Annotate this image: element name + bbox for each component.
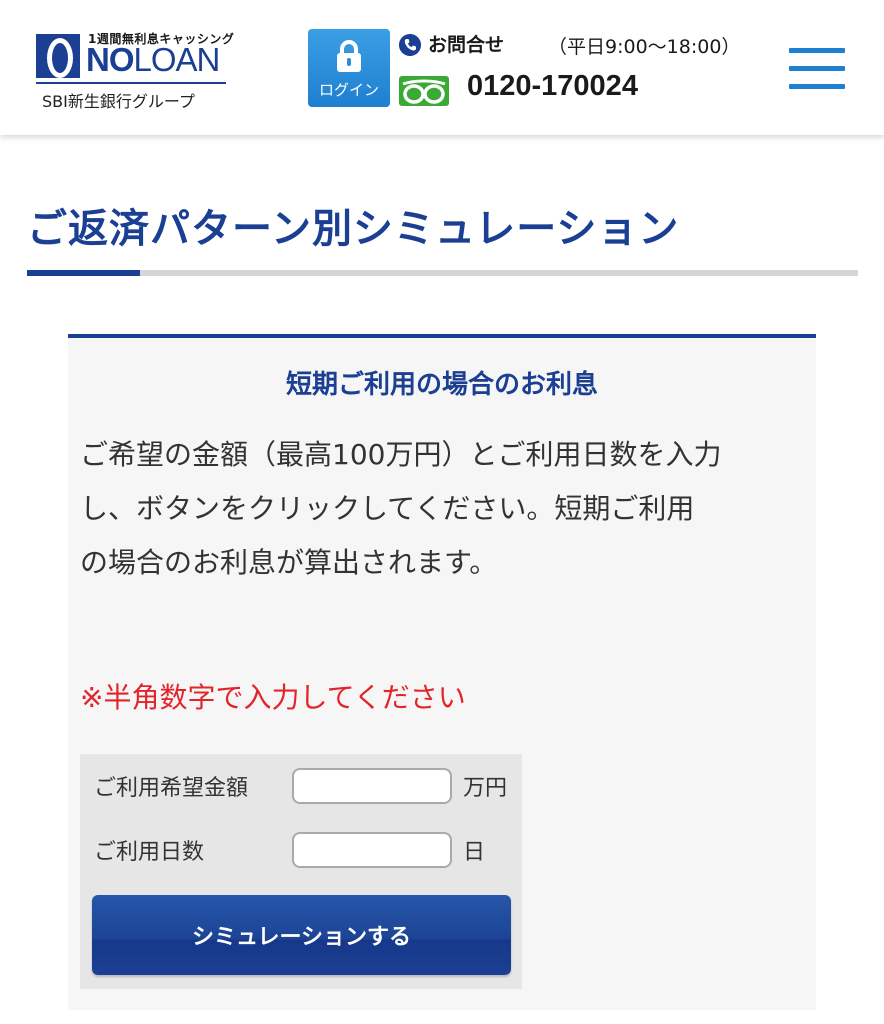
title-divider [27,270,858,276]
simulate-button[interactable]: シミュレーションする [92,895,511,975]
title-divider-accent [27,270,140,276]
logo-underline [36,82,226,84]
hamburger-menu-icon[interactable] [789,48,845,90]
panel-heading: 短期ご利用の場合のお利息 [285,370,598,400]
site-header: 1週間無利息キャッシング NOLOAN SBI新生銀行グループ ログイン お問合… [0,0,884,135]
logo-mark-icon [36,34,80,78]
login-button[interactable]: ログイン [308,29,390,107]
phone-number-link[interactable]: 0120-170024 [467,70,638,103]
logo-group-name: SBI新生銀行グループ [42,92,195,111]
freedial-icon [399,76,449,106]
page-title: ご返済パターン別シミュレーション [27,206,680,252]
amount-unit: 万円 [463,776,508,801]
contact-title: お問合せ [428,34,505,56]
logo-wordmark: NOLOAN [86,40,221,80]
description-line: ご希望の金額（最高100万円）とご利用日数を入力 [80,438,722,471]
half-width-digits-note: ※半角数字で入力してください [80,681,466,714]
noloan-logo[interactable]: 1週間無利息キャッシング NOLOAN SBI新生銀行グループ [36,30,234,112]
days-unit: 日 [463,840,486,865]
description-line: し、ボタンをクリックしてください。短期ご利用 [80,492,695,525]
login-label: ログイン [318,81,379,99]
amount-input[interactable] [292,768,452,804]
logo-wordmark-loan: LOAN [133,41,221,78]
description-line: の場合のお利息が算出されます。 [80,546,498,579]
contact-hours: （平日9:00〜18:00） [548,36,741,58]
days-label: ご利用日数 [94,840,205,865]
logo-wordmark-no: NO [86,41,134,78]
phone-icon [399,34,421,56]
simulation-form: ご利用希望金額 万円 ご利用日数 日 シミュレーションする [80,754,522,989]
days-input[interactable] [292,832,452,868]
short-term-interest-panel: 短期ご利用の場合のお利息 ご希望の金額（最高100万円）とご利用日数を入力 し、… [68,334,816,1010]
lock-icon [337,40,361,72]
amount-label: ご利用希望金額 [94,776,249,801]
panel-description: ご希望の金額（最高100万円）とご利用日数を入力 し、ボタンをクリックしてくださ… [80,428,808,590]
